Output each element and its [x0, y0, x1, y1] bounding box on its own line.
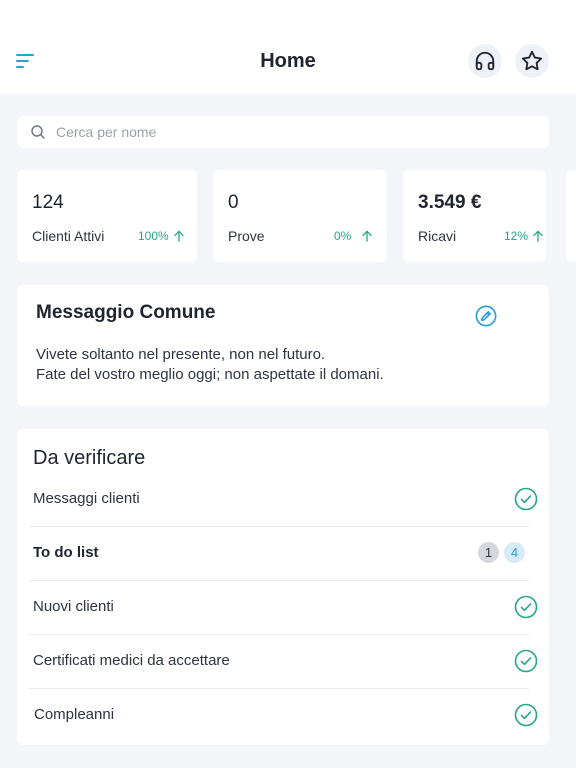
- section-title: Da verificare: [33, 447, 146, 469]
- check-circle-icon: [514, 703, 538, 727]
- check-circle-icon: [514, 487, 538, 511]
- verify-row-messaggi-clienti[interactable]: Messaggi clienti: [29, 473, 538, 527]
- favorites-button[interactable]: [515, 44, 549, 78]
- support-button[interactable]: [468, 44, 502, 78]
- message-line: Fate del vostro meglio oggi; non aspetta…: [36, 366, 384, 383]
- row-label: Certificati medici da accettare: [33, 652, 230, 669]
- to-verify-card: Da verificare Messaggi clienti To do lis…: [17, 429, 549, 745]
- stat-card-partial[interactable]: [566, 170, 576, 262]
- verify-row-certificati-medici[interactable]: Certificati medici da accettare: [29, 635, 538, 689]
- stat-change: 100%: [138, 229, 186, 243]
- arrow-up-icon: [173, 230, 184, 242]
- stat-card-clienti-attivi[interactable]: 124 Clienti Attivi 100%: [17, 170, 197, 262]
- search-bar[interactable]: Cerca per nome: [17, 116, 549, 148]
- message-title: Messaggio Comune: [36, 302, 216, 323]
- verify-row-nuovi-clienti[interactable]: Nuovi clienti: [29, 581, 538, 635]
- search-input[interactable]: Cerca per nome: [56, 124, 156, 140]
- row-label: Messaggi clienti: [33, 490, 140, 507]
- message-line: Vivete soltanto nel presente, non nel fu…: [36, 346, 326, 363]
- stat-card-prove[interactable]: 0 Prove 0%: [213, 170, 387, 262]
- count-badge: 1: [478, 542, 499, 563]
- stat-change-value: 12%: [504, 229, 529, 243]
- stat-change: 0%: [334, 229, 374, 243]
- star-icon: [521, 50, 543, 71]
- count-badge: 4: [504, 542, 525, 563]
- stat-label: Ricavi: [418, 228, 457, 244]
- stat-change: 12%: [504, 229, 545, 243]
- verify-row-to-do-list[interactable]: To do list 1 4: [29, 527, 529, 581]
- stat-value: 124: [32, 192, 64, 213]
- headset-icon: [475, 51, 495, 71]
- stat-change-value: 100%: [138, 229, 169, 243]
- top-bar: Home: [0, 0, 576, 94]
- row-label: Compleanni: [34, 706, 115, 723]
- stat-change-value: 0%: [334, 229, 352, 243]
- arrow-up-icon: [362, 230, 373, 242]
- check-circle-icon: [514, 649, 538, 673]
- row-label: Nuovi clienti: [33, 598, 114, 615]
- stat-label: Clienti Attivi: [32, 228, 105, 244]
- stat-label: Prove: [228, 228, 265, 244]
- check-circle-icon: [514, 595, 538, 619]
- stat-value: 0: [228, 192, 239, 213]
- search-icon: [31, 125, 45, 139]
- stat-value: 3.549 €: [418, 192, 482, 213]
- stat-card-ricavi[interactable]: 3.549 € Ricavi 12%: [403, 170, 546, 262]
- row-label: To do list: [33, 544, 99, 561]
- common-message-card: Messaggio Comune Vivete soltanto nel pre…: [17, 285, 549, 406]
- pencil-icon[interactable]: [475, 305, 497, 327]
- verify-row-compleanni[interactable]: Compleanni: [29, 689, 538, 743]
- arrow-up-icon: [533, 230, 543, 242]
